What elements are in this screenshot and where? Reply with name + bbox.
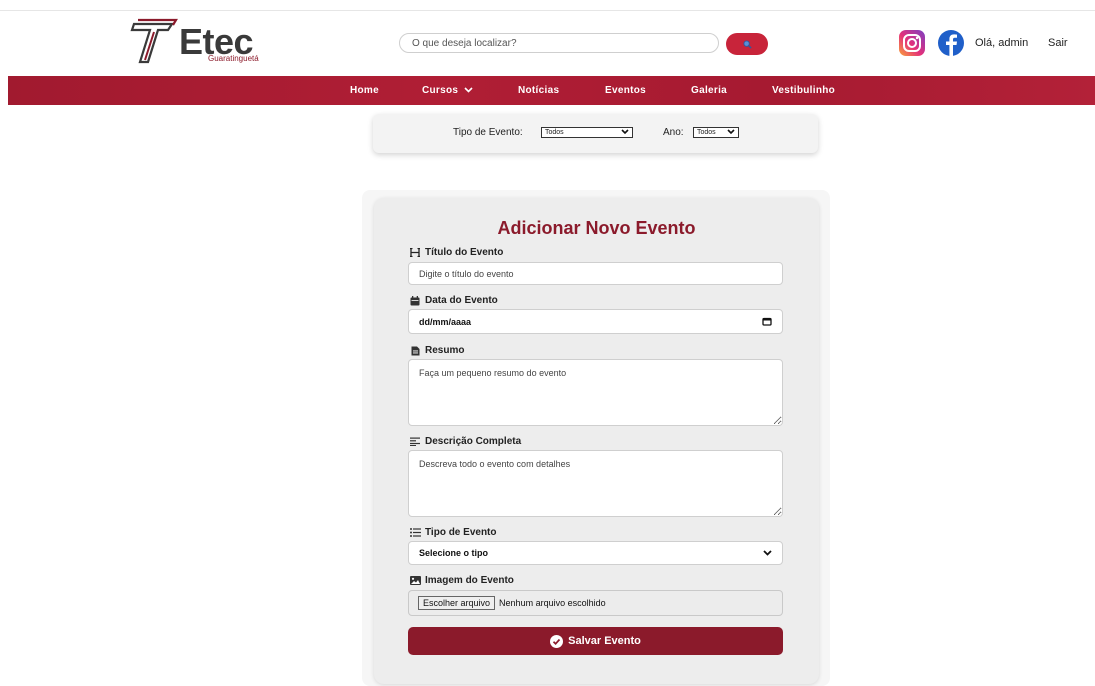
- nav-eventos[interactable]: Eventos: [605, 85, 646, 96]
- nav-cursos-label: Cursos: [422, 85, 459, 96]
- description-label: Descrição Completa: [409, 436, 521, 447]
- summary-label: Resumo: [409, 345, 464, 356]
- description-label-text: Descrição Completa: [425, 436, 522, 447]
- nav-vestibulinho[interactable]: Vestibulinho: [772, 85, 835, 96]
- event-date-input[interactable]: dd/mm/aaaa: [408, 309, 783, 334]
- facebook-link[interactable]: [936, 30, 966, 56]
- search-input[interactable]: [399, 33, 719, 53]
- type-label-text: Tipo de Evento: [425, 527, 497, 538]
- type-label: Tipo de Evento: [409, 527, 497, 538]
- nav-galeria[interactable]: Galeria: [691, 85, 727, 96]
- form-title: Adicionar Novo Evento: [497, 218, 696, 238]
- etec-logo[interactable]: Etec Guaratinguetá: [128, 18, 288, 66]
- list-icon: [409, 528, 421, 537]
- chevron-down-icon: [464, 87, 473, 93]
- user-greeting: Olá, admin: [975, 37, 1029, 49]
- image-icon: [409, 576, 421, 585]
- filter-year-label: Ano:: [663, 127, 684, 138]
- top-divider: [0, 10, 1095, 11]
- event-type-select[interactable]: Selecione o tipo: [408, 541, 783, 565]
- logo-mark-icon: [130, 18, 178, 64]
- filter-type-select[interactable]: Todos: [541, 127, 633, 138]
- nav-noticias[interactable]: Notícias: [518, 85, 559, 96]
- search-button[interactable]: [726, 33, 768, 55]
- event-description-textarea[interactable]: [408, 450, 783, 517]
- check-circle-icon: [550, 634, 564, 648]
- chevron-down-icon: [727, 129, 735, 135]
- event-image-input: Escolher arquivo Nenhum arquivo escolhid…: [408, 590, 783, 616]
- save-event-button[interactable]: Salvar Evento: [408, 627, 783, 655]
- filter-type-value: Todos: [545, 129, 564, 136]
- file-status: Nenhum arquivo escolhido: [499, 598, 606, 608]
- event-summary-textarea[interactable]: [408, 359, 783, 426]
- calendar-icon: [409, 295, 421, 306]
- filter-year-value: Todos: [697, 129, 716, 136]
- logout-link[interactable]: Sair: [1048, 37, 1068, 49]
- date-label: Data do Evento: [409, 295, 498, 306]
- title-label: Título do Evento: [409, 247, 503, 258]
- facebook-icon: [938, 30, 964, 56]
- logo-subtitle: Guaratinguetá: [208, 54, 259, 63]
- date-value: dd/mm/aaaa: [419, 316, 472, 327]
- type-select-value: Selecione o tipo: [419, 548, 489, 558]
- file-icon: [409, 346, 421, 356]
- heading-icon: [409, 248, 421, 257]
- title-label-text: Título do Evento: [425, 247, 504, 258]
- calendar-picker-icon[interactable]: [762, 317, 772, 326]
- image-label: Imagem do Evento: [409, 575, 514, 586]
- nav-cursos[interactable]: Cursos: [422, 85, 473, 96]
- event-title-input[interactable]: [408, 262, 783, 285]
- filter-type-label: Tipo de Evento:: [453, 127, 523, 138]
- main-nav: Home Cursos Notícias Eventos Galeria Ves…: [8, 76, 1095, 105]
- search-icon: [742, 39, 752, 49]
- summary-label-text: Resumo: [425, 345, 465, 356]
- instagram-icon: [899, 30, 925, 56]
- chevron-down-icon: [621, 129, 629, 135]
- nav-home[interactable]: Home: [350, 85, 379, 96]
- image-label-text: Imagem do Evento: [425, 575, 514, 586]
- date-label-text: Data do Evento: [425, 295, 498, 306]
- filter-panel: Tipo de Evento: Todos Ano: Todos: [373, 114, 818, 153]
- instagram-link[interactable]: [898, 30, 926, 56]
- save-event-label: Salvar Evento: [568, 635, 641, 647]
- chevron-down-icon: [763, 550, 772, 556]
- filter-year-select[interactable]: Todos: [693, 127, 739, 138]
- align-left-icon: [409, 437, 421, 446]
- choose-file-button[interactable]: Escolher arquivo: [418, 596, 496, 610]
